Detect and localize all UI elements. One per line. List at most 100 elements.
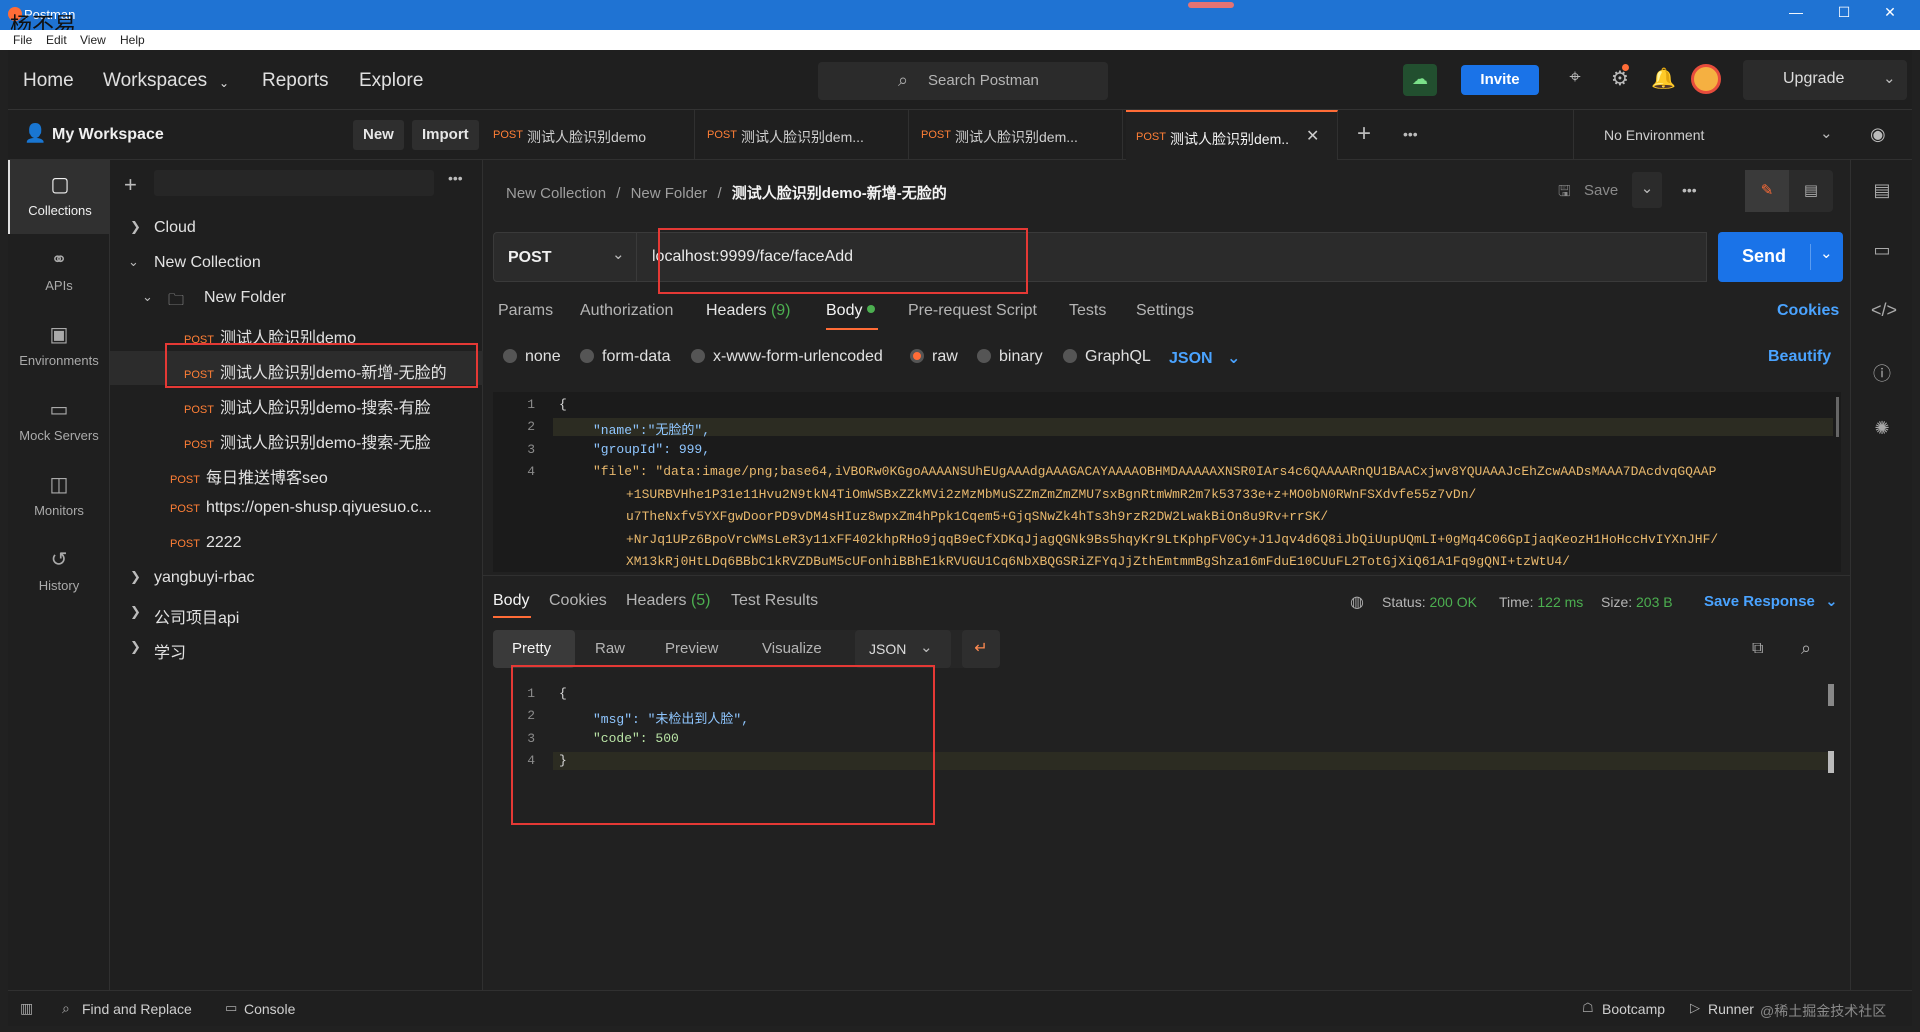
request-tab-active[interactable]: POST 测试人脸识别dem... ✕ [1126, 110, 1338, 160]
tab-settings[interactable]: Settings [1136, 302, 1194, 320]
maximize-button[interactable]: ☐ [1824, 4, 1864, 21]
more-options-icon[interactable]: ••• [1682, 182, 1697, 198]
tab-authorization[interactable]: Authorization [580, 302, 673, 320]
request-body-editor[interactable]: 1 2 3 4 { "name":"无脸的", "groupId": 999, … [493, 392, 1841, 572]
tab-headers[interactable]: Headers (9) [706, 302, 791, 320]
tree-item-collection[interactable]: ❯ 学习 [110, 631, 483, 665]
environment-selector[interactable]: No Environment ⌄ [1573, 110, 1843, 160]
comments-icon[interactable]: ▭ [1871, 240, 1893, 261]
request-item[interactable]: POST 每日推送博客seo [110, 456, 483, 490]
radio-none[interactable]: none [503, 348, 561, 366]
nav-home[interactable]: Home [23, 70, 74, 92]
import-button[interactable]: Import [412, 120, 479, 150]
rail-environments[interactable]: ▣ Environments [8, 310, 110, 384]
tab-pre-request-script[interactable]: Pre-request Script [908, 302, 1037, 320]
rail-history[interactable]: ↺ History [8, 535, 110, 609]
request-item[interactable]: POST 测试人脸识别demo-搜索-无脸 [110, 421, 483, 455]
wrap-lines-icon[interactable]: ↵ [962, 630, 1000, 668]
request-item[interactable]: POST https://open-shusp.qiyuesuo.c... [110, 491, 483, 525]
copy-icon[interactable]: ⧉ [1752, 640, 1763, 658]
radio-form-data[interactable]: form-data [580, 348, 670, 366]
avatar[interactable] [1691, 64, 1721, 94]
request-tab[interactable]: POST 测试人脸识别demo [483, 110, 695, 160]
minimize-button[interactable]: — [1776, 4, 1816, 20]
drag-handle[interactable] [1188, 2, 1234, 8]
menu-edit[interactable]: Edit [46, 33, 67, 47]
more-options-icon[interactable]: ••• [448, 170, 463, 186]
bootcamp-button[interactable]: Bootcamp [1602, 1001, 1665, 1017]
tab-body[interactable]: Body [826, 302, 875, 320]
edit-mode-toggle[interactable]: ✎ ▤ [1745, 170, 1833, 212]
close-window-button[interactable]: ✕ [1870, 4, 1910, 21]
menu-help[interactable]: Help [120, 33, 145, 47]
tab-tests[interactable]: Tests [1069, 302, 1106, 320]
toggle-sidebar-icon[interactable]: ▥ [20, 1000, 33, 1017]
breadcrumb-request[interactable]: 测试人脸识别demo-新增-无脸的 [732, 185, 947, 202]
filter-input[interactable] [154, 170, 434, 196]
lightbulb-icon[interactable]: ✺ [1871, 418, 1893, 439]
method-selector[interactable]: POST ⌄ [493, 232, 637, 282]
globe-icon[interactable]: ◍ [1350, 592, 1364, 612]
scrollbar-thumb[interactable] [1828, 751, 1834, 773]
info-icon[interactable]: ⓘ [1871, 360, 1893, 386]
radio-urlencoded[interactable]: x-www-form-urlencoded [691, 348, 883, 366]
body-format-selector[interactable]: JSON ⌄ [1169, 348, 1240, 368]
radio-graphql[interactable]: GraphQL [1063, 348, 1151, 366]
request-item[interactable]: POST 测试人脸识别demo-搜索-有脸 [110, 386, 483, 420]
radio-binary[interactable]: binary [977, 348, 1043, 366]
menu-view[interactable]: View [80, 33, 106, 47]
nav-reports[interactable]: Reports [262, 70, 329, 92]
upgrade-button[interactable]: Upgrade ⌄ [1743, 60, 1907, 100]
pencil-icon[interactable]: ✎ [1745, 170, 1789, 212]
chevron-down-icon[interactable]: ⌄ [219, 76, 229, 90]
nav-workspaces[interactable]: Workspaces [103, 70, 207, 92]
find-replace-button[interactable]: Find and Replace [82, 1001, 192, 1017]
request-tab[interactable]: POST 测试人脸识别dem... [697, 110, 909, 160]
tree-item-new-folder[interactable]: ⌄ 🗀 New Folder [110, 281, 483, 315]
tree-item-cloud[interactable]: ❯ Cloud [110, 211, 483, 245]
request-tab[interactable]: POST 测试人脸识别dem... [911, 110, 1123, 160]
view-tab-preview[interactable]: Preview [665, 640, 718, 657]
documentation-icon[interactable]: ▤ [1871, 180, 1893, 201]
response-tab-cookies[interactable]: Cookies [549, 592, 607, 610]
nav-explore[interactable]: Explore [359, 70, 423, 92]
beautify-link[interactable]: Beautify [1768, 348, 1831, 366]
invite-button[interactable]: Invite [1461, 65, 1539, 95]
view-tab-pretty[interactable]: Pretty [493, 630, 575, 668]
scrollbar-thumb[interactable] [1828, 684, 1834, 706]
radio-raw[interactable]: raw [910, 348, 958, 366]
settings-gear-icon[interactable]: ⚙ [1608, 66, 1632, 90]
code-icon[interactable]: </> [1871, 300, 1897, 321]
add-icon[interactable]: + [124, 172, 137, 198]
eye-icon[interactable]: ◉ [1870, 124, 1886, 145]
cookies-link[interactable]: Cookies [1777, 302, 1839, 320]
runner-button[interactable]: Runner [1708, 1001, 1754, 1017]
bell-icon[interactable]: 🔔 [1651, 66, 1676, 90]
breadcrumb-collection[interactable]: New Collection [506, 185, 606, 202]
tab-params[interactable]: Params [498, 302, 553, 320]
send-button[interactable]: Send ⌄ [1718, 232, 1843, 282]
rail-apis[interactable]: ⚭ APIs [8, 235, 110, 309]
menu-file[interactable]: File [13, 33, 32, 47]
save-dropdown-chevron-icon[interactable]: ⌄ [1632, 172, 1662, 208]
breadcrumb-folder[interactable]: New Folder [631, 185, 708, 202]
new-button[interactable]: New [353, 120, 404, 150]
rail-collections[interactable]: ▢ Collections [8, 160, 110, 234]
view-tab-raw[interactable]: Raw [595, 640, 625, 657]
chevron-down-icon[interactable]: ⌄ [1820, 244, 1833, 262]
save-response-button[interactable]: Save Response ⌄ [1704, 592, 1838, 610]
workspace-name[interactable]: My Workspace [52, 126, 164, 144]
rail-mock-servers[interactable]: ▭ Mock Servers [8, 385, 110, 459]
rail-monitors[interactable]: ◫ Monitors [8, 460, 110, 534]
scrollbar[interactable] [1836, 397, 1839, 437]
response-tab-test-results[interactable]: Test Results [731, 592, 818, 610]
sync-status-icon[interactable]: ☁ [1403, 64, 1437, 96]
tree-item-collection[interactable]: ❯ 公司项目api [110, 596, 483, 630]
close-icon[interactable]: ✕ [1306, 126, 1319, 146]
new-tab-icon[interactable]: + [1357, 120, 1371, 148]
more-tabs-icon[interactable]: ••• [1403, 126, 1418, 142]
response-format-selector[interactable]: JSON ⌄ [855, 630, 951, 668]
search-icon[interactable]: ⌕ [1801, 638, 1811, 659]
console-button[interactable]: Console [244, 1001, 295, 1017]
request-item[interactable]: POST 2222 [110, 526, 483, 560]
